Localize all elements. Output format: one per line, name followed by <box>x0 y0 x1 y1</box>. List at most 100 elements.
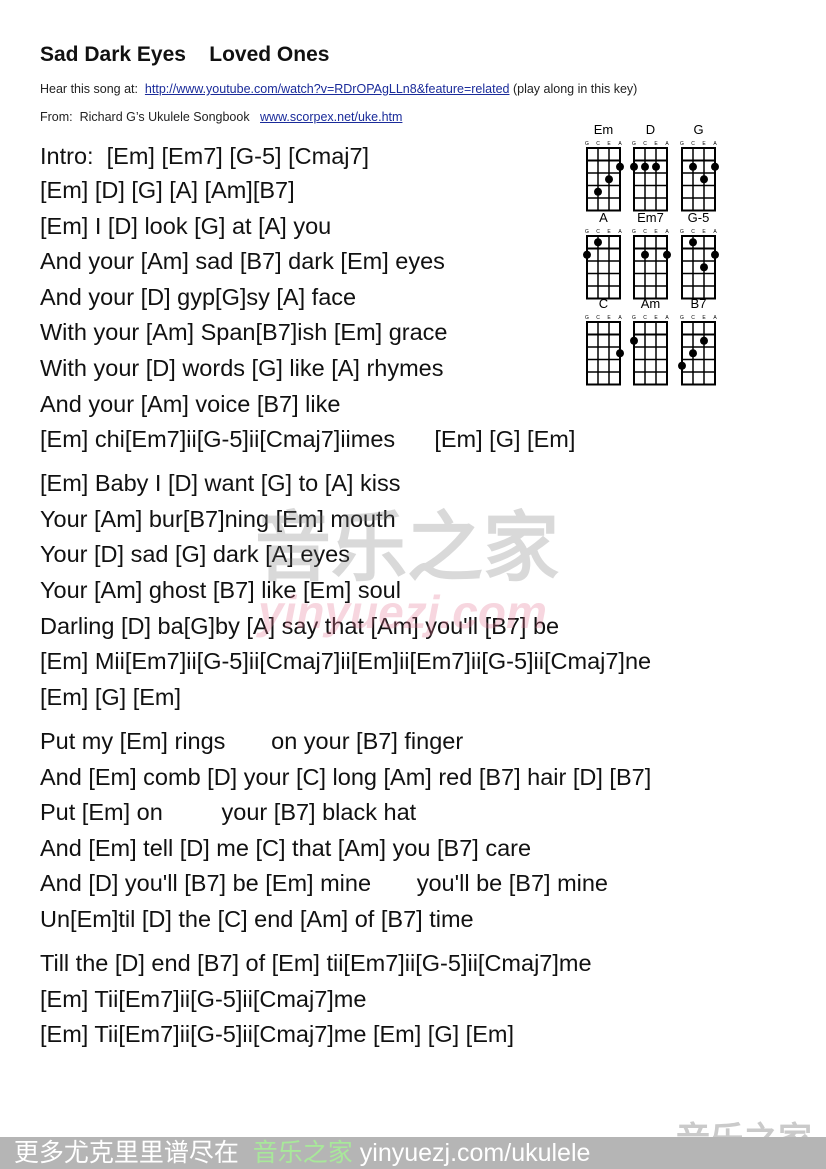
lyric-line: With your [D] words [G] like [A] rhymes <box>40 355 444 381</box>
footer-text: 更多尤克里里谱尽在 <box>0 1139 253 1167</box>
string-label: A <box>713 229 717 235</box>
source-line: From: Richard G’s Ukulele Songbook www.s… <box>40 110 402 124</box>
lyric-line: [Em] chi[Em7]ii[G-5]ii[Cmaj7]iimes [Em] … <box>40 426 576 452</box>
finger-dot <box>689 349 697 358</box>
string-label: E <box>702 229 706 235</box>
chord-name: A <box>599 210 608 225</box>
lyric-line: And your [Am] sad [B7] dark [Em] eyes <box>40 248 445 274</box>
lyric-line: [Em] [D] [G] [A] [Am][B7] <box>40 177 295 203</box>
lyric-line: Your [D] sad [G] dark [A] eyes <box>40 541 350 567</box>
chord-name: Em <box>594 122 614 137</box>
string-label: G <box>680 229 684 235</box>
finger-dot <box>711 162 719 171</box>
lyric-line: Put my [Em] rings on your [B7] finger <box>40 728 464 754</box>
string-label: G <box>585 141 589 147</box>
string-label: E <box>607 315 611 321</box>
finger-dot <box>594 238 602 247</box>
finger-dot <box>616 162 624 171</box>
chord-name: D <box>646 122 655 137</box>
chord-name: Em7 <box>637 210 664 225</box>
lyric-line: [Em] Mii[Em7]ii[G-5]ii[Cmaj7]ii[Em]ii[Em… <box>40 648 652 674</box>
footer-banner: 更多尤克里里谱尽在 音乐之家 yinyuezj.com/ukulele <box>0 1137 826 1169</box>
chord-name: G <box>693 122 703 137</box>
string-label: C <box>643 229 647 235</box>
lyric-line: Un[Em]til [D] the [C] end [Am] of [B7] t… <box>40 906 474 932</box>
songbook-link[interactable]: www.scorpex.net/uke.htm <box>260 110 402 124</box>
fretboard <box>633 147 668 212</box>
lyric-line: With your [Am] Span[B7]ish [Em] grace <box>40 319 448 345</box>
string-label: C <box>643 141 647 147</box>
string-label: C <box>643 315 647 321</box>
finger-dot <box>594 187 602 196</box>
hear-label: Hear this song at: <box>40 82 145 96</box>
string-label: G <box>632 141 636 147</box>
string-label: G <box>680 141 684 147</box>
lyric-line: Put [Em] on your [B7] black hat <box>40 799 417 825</box>
string-label: G <box>585 315 589 321</box>
lyric-line: And [Em] tell [D] me [C] that [Am] you [… <box>40 835 532 861</box>
finger-dot <box>641 162 649 171</box>
lyric-line: Your [Am] ghost [B7] like [Em] soul <box>40 577 401 603</box>
string-label: G <box>632 229 636 235</box>
string-label: A <box>665 141 669 147</box>
youtube-link[interactable]: http://www.youtube.com/watch?v=RDrOPAgLL… <box>145 82 510 96</box>
lyric-line: [Em] I [D] look [G] at [A] you <box>40 213 332 239</box>
lyric-line: [Em] Tii[Em7]ii[G-5]ii[Cmaj7]me <box>40 986 367 1012</box>
footer-url: yinyuezj.com/ukulele <box>352 1139 591 1167</box>
song-sheet: Sad Dark Eyes Loved Ones Hear this song … <box>0 0 826 1169</box>
chord-name: Am <box>641 296 661 311</box>
string-label: C <box>596 315 600 321</box>
finger-dot <box>700 175 708 184</box>
string-label: E <box>654 229 658 235</box>
string-label: E <box>702 315 706 321</box>
chord-diagrams: EmG C E ADG C E AGG C E AAG C E AEm7G C E AG-5G C E ACG C E A… <box>583 122 719 386</box>
string-label: A <box>665 229 669 235</box>
source-label: From: Richard G’s Ukulele Songbook <box>40 110 261 124</box>
footer-brand: 音乐之家 <box>252 1139 353 1167</box>
string-label: E <box>607 229 611 235</box>
chord-name: C <box>599 296 608 311</box>
string-label: G <box>585 229 589 235</box>
string-label: E <box>654 315 658 321</box>
fretboard <box>633 321 668 386</box>
lyric-line: Intro: [Em] [Em7] [G-5] [Cmaj7] <box>40 143 370 169</box>
finger-dot <box>689 238 697 247</box>
chord-name: G-5 <box>688 210 710 225</box>
finger-dot <box>641 250 649 259</box>
string-label: C <box>691 315 695 321</box>
lyric-line: And your [D] gyp[G]sy [A] face <box>40 284 357 310</box>
fretboard <box>681 147 716 212</box>
string-label: G <box>632 315 636 321</box>
lyric-line: And your [Am] voice [B7] like <box>40 391 341 417</box>
lyric-line: [Em] [G] [Em] <box>40 684 182 710</box>
finger-dot <box>630 162 638 171</box>
fretboard <box>681 321 716 386</box>
string-label: A <box>618 315 622 321</box>
string-label: A <box>665 315 669 321</box>
hear-note: (play along in this key) <box>509 82 638 96</box>
finger-dot <box>605 175 613 184</box>
song-title: Sad Dark Eyes Loved Ones <box>40 43 330 66</box>
fretboard <box>681 235 716 300</box>
string-label: E <box>607 141 611 147</box>
fretboard <box>586 147 621 212</box>
finger-dot <box>700 336 708 345</box>
string-label: C <box>596 141 600 147</box>
string-label: A <box>713 141 717 147</box>
string-label: E <box>654 141 658 147</box>
finger-dot <box>678 361 686 370</box>
string-label: A <box>618 141 622 147</box>
string-label: C <box>596 229 600 235</box>
string-label: G <box>680 315 684 321</box>
finger-dot <box>663 250 671 259</box>
fretboard <box>586 321 621 386</box>
lyric-line: Darling [D] ba[G]by [A] say that [Am] yo… <box>40 613 560 639</box>
fretboard <box>633 235 668 300</box>
finger-dot <box>700 263 708 272</box>
finger-dot <box>711 250 719 259</box>
fretboard <box>586 235 621 300</box>
finger-dot <box>630 336 638 345</box>
string-label: A <box>713 315 717 321</box>
finger-dot <box>689 162 697 171</box>
finger-dot <box>583 250 591 259</box>
